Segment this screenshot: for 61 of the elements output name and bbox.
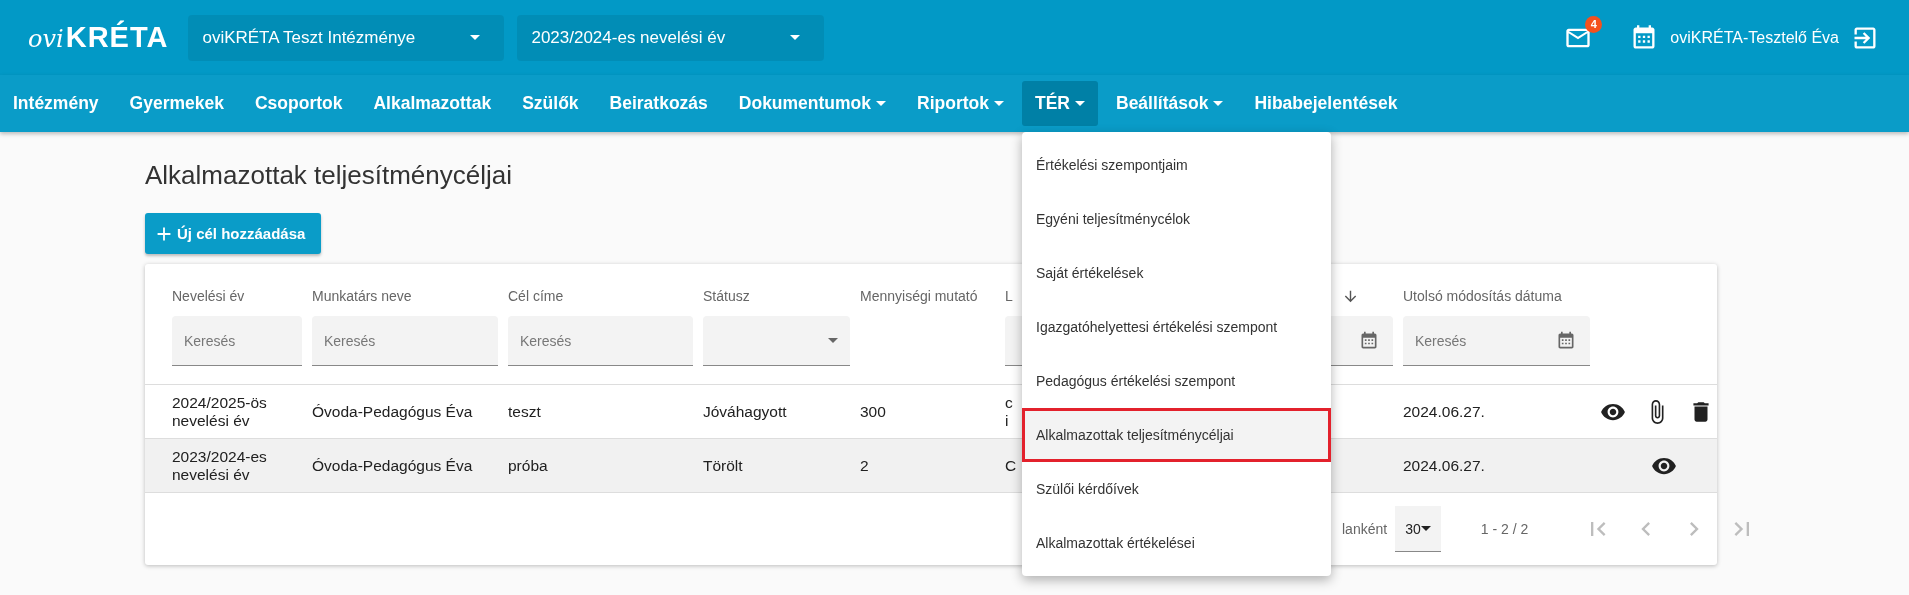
column-header[interactable]: Munkatárs neve xyxy=(312,288,508,316)
calendar-icon[interactable] xyxy=(1359,331,1379,351)
caret-icon xyxy=(828,338,838,343)
search-field[interactable]: Keresés xyxy=(312,316,498,366)
table-cell: Óvoda-Pedagógus Éva xyxy=(312,456,473,475)
table-cell: 2 xyxy=(860,456,869,475)
institution-select[interactable]: oviKRÉTA Teszt Intézménye xyxy=(188,14,505,61)
table-cell: c i xyxy=(1005,393,1013,430)
page-range: 1 - 2 / 2 xyxy=(1480,521,1529,537)
nav-tab[interactable]: Szülők xyxy=(509,81,592,126)
table-cell: próba xyxy=(508,456,548,475)
table-cell: C xyxy=(1005,456,1017,475)
menu-item[interactable]: Alkalmazottak értékelései xyxy=(1022,516,1331,570)
menu-item[interactable]: Saját értékelések xyxy=(1022,246,1331,300)
nav-tab[interactable]: Beiratkozás xyxy=(596,81,721,126)
logo[interactable]: oviKRÉTA xyxy=(28,21,169,54)
table-cell: Óvoda-Pedagógus Éva xyxy=(312,402,473,421)
menu-item[interactable]: Szülői kérdőívek xyxy=(1022,462,1331,516)
nav-tab[interactable]: Beállítások xyxy=(1103,81,1237,126)
year-select[interactable]: 2023/2024-es nevelési év xyxy=(517,14,825,61)
notification-badge: 4 xyxy=(1585,15,1603,33)
per-page-label: lanként xyxy=(1342,521,1388,537)
calendar-icon[interactable] xyxy=(1556,331,1576,351)
add-goal-button[interactable]: Új cél hozzáadása xyxy=(145,213,322,254)
menu-item[interactable]: Pedagógus értékelési szempont xyxy=(1022,354,1331,408)
menu-item[interactable]: Igazgatóhelyettesi értékelési szempont xyxy=(1022,300,1331,354)
table-cell: 2024.06.27. xyxy=(1403,456,1485,475)
nav-tab[interactable]: Alkalmazottak xyxy=(360,81,505,126)
status-select[interactable] xyxy=(703,316,850,366)
nav-tab[interactable]: Hibabejelentések xyxy=(1241,81,1411,126)
per-page-select[interactable]: 30 xyxy=(1395,506,1441,552)
table-cell: 300 xyxy=(860,402,886,421)
table-cell: teszt xyxy=(508,402,541,421)
table-cell-text: 2023/2024-es nevelési év xyxy=(172,447,268,484)
column-header[interactable]: Utolsó módosítás dátuma xyxy=(1403,288,1600,316)
caret-icon xyxy=(1420,526,1431,531)
nav-tab[interactable]: Riportok xyxy=(904,81,1017,126)
date-field[interactable]: Keresés xyxy=(1403,316,1590,366)
table-cell: Jóváhagyott xyxy=(703,402,787,421)
nav-tab[interactable]: Dokumentumok xyxy=(725,81,900,126)
column-header[interactable]: Státusz xyxy=(703,288,860,316)
caret-icon xyxy=(470,35,481,40)
nav-tab[interactable]: Csoportok xyxy=(241,81,356,126)
table-cell: Törölt xyxy=(703,456,743,475)
table-cell: 2024.06.27. xyxy=(1403,402,1485,421)
user-name[interactable]: oviKRÉTA-Tesztelő Éva xyxy=(1670,28,1839,47)
column-header[interactable]: Mennyiségi mutató xyxy=(860,288,1005,316)
sort-arrow-icon[interactable] xyxy=(1342,288,1359,305)
page-title: Alkalmazottak teljesítménycéljai xyxy=(145,160,513,191)
column-header[interactable]: Nevelési év xyxy=(172,288,312,316)
menu-item[interactable]: Egyéni teljesítménycélok xyxy=(1022,192,1331,246)
search-field[interactable]: Keresés xyxy=(172,316,302,366)
search-field[interactable]: Keresés xyxy=(508,316,693,366)
menu-item[interactable]: Értékelési szempontjaim xyxy=(1022,138,1331,192)
nav-tab[interactable]: Intézmény xyxy=(0,81,112,126)
nav-tab[interactable]: Gyermekek xyxy=(116,81,237,126)
caret-icon xyxy=(790,35,801,40)
nav-tab[interactable]: TÉR xyxy=(1022,81,1098,126)
table-cell-text: 2024/2025-ös nevelési év xyxy=(172,393,268,430)
column-header[interactable]: Cél címe xyxy=(508,288,703,316)
menu-item[interactable]: Alkalmazottak teljesítménycéljai xyxy=(1022,408,1331,462)
